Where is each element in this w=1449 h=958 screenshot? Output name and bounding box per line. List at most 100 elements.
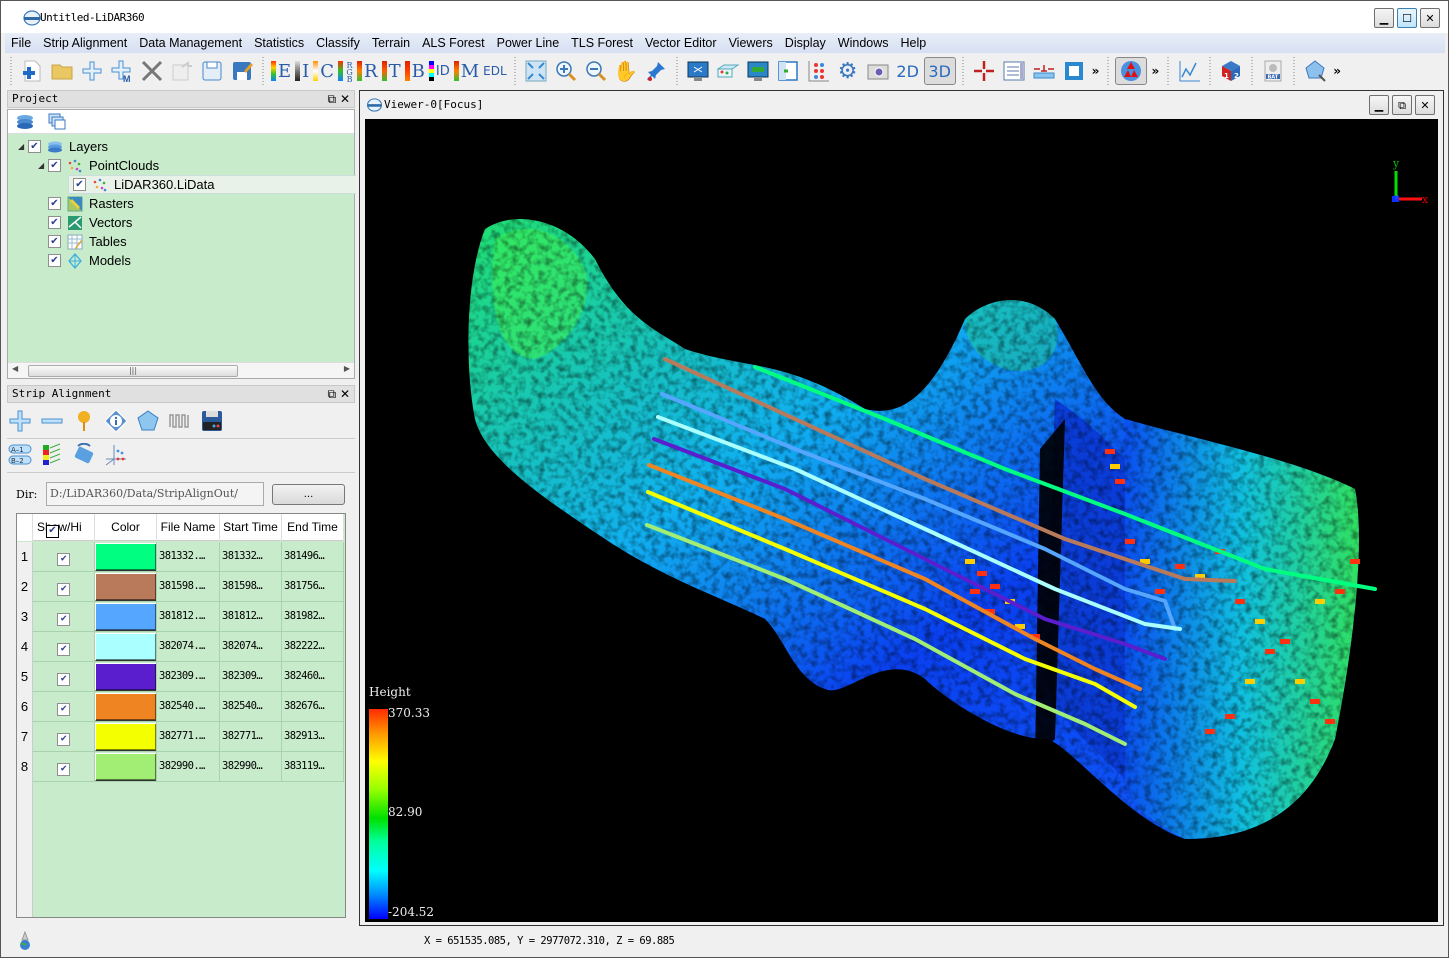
toolbar-overflow-button[interactable]: »	[1148, 64, 1162, 78]
row-number[interactable]: 8	[17, 752, 33, 782]
split-view-button[interactable]	[744, 57, 772, 85]
table-row[interactable]: 6 ✔ 382540.… 382540… 382676…	[17, 692, 344, 722]
remove-strip-button[interactable]	[39, 408, 65, 434]
zoom-out-button[interactable]	[582, 57, 610, 85]
toolbar-overflow-button[interactable]: »	[1330, 64, 1344, 78]
menu-data-management[interactable]: Data Management	[133, 33, 248, 53]
maximize-button[interactable]: ☐	[1397, 8, 1417, 28]
menu-windows[interactable]: Windows	[832, 33, 895, 53]
strip-color-swatch[interactable]	[95, 573, 156, 601]
rasters-checkbox[interactable]: ✔	[48, 197, 61, 210]
row-number[interactable]: 4	[17, 632, 33, 662]
toolbar-grip[interactable]	[260, 57, 266, 85]
show-strip-checkbox[interactable]: ✔	[57, 642, 70, 656]
toolbar-grip[interactable]	[1105, 57, 1112, 85]
color-by-time-button[interactable]: T	[380, 57, 403, 85]
show-strip-checkbox[interactable]: ✔	[57, 582, 70, 596]
tree-item-pointclouds[interactable]: ◢ ✔ PointClouds	[38, 156, 159, 175]
toolbar-grip[interactable]	[673, 57, 680, 85]
point-cloud-render[interactable]	[365, 119, 1438, 922]
view-3d-button[interactable]: 3D	[923, 57, 956, 85]
color-cell[interactable]	[95, 602, 157, 632]
menu-display[interactable]: Display	[779, 33, 832, 53]
select-all-checkbox[interactable]: ✔	[46, 524, 59, 538]
table-row[interactable]: 1 ✔ 381332.… 381332… 381496…	[17, 542, 344, 572]
toolbar-grip[interactable]	[1165, 57, 1172, 85]
close-panel-icon[interactable]: ✕	[340, 92, 350, 106]
add-multiple-button[interactable]: M	[108, 57, 136, 85]
menu-help[interactable]: Help	[895, 33, 933, 53]
polygon-button[interactable]	[135, 408, 161, 434]
strip-color-swatch[interactable]	[95, 723, 156, 751]
table-row[interactable]: 3 ✔ 381812.… 381812… 381982…	[17, 602, 344, 632]
point-stats-button[interactable]	[804, 57, 832, 85]
color-by-intensity-button[interactable]: I	[293, 57, 311, 85]
color-by-tree-id-button[interactable]: ID	[427, 57, 452, 85]
viewer-close-button[interactable]: ✕	[1415, 95, 1435, 115]
attribute-table-button[interactable]	[1000, 57, 1028, 85]
polygon-select-button[interactable]	[1301, 57, 1329, 85]
toolbar-grip[interactable]	[1249, 57, 1256, 85]
col-end-time[interactable]: End Time	[282, 514, 344, 541]
menu-als-forest[interactable]: ALS Forest	[416, 33, 491, 53]
strip-color-swatch[interactable]	[95, 633, 156, 661]
export-button[interactable]	[168, 57, 196, 85]
color-by-strip-button[interactable]: B	[403, 57, 427, 85]
tie-point-button[interactable]	[71, 408, 97, 434]
toolbar-grip[interactable]	[8, 57, 14, 85]
edl-button[interactable]: EDL	[481, 57, 509, 85]
color-by-elevation-button[interactable]: E	[269, 57, 293, 85]
info-button[interactable]	[103, 408, 129, 434]
color-cell[interactable]	[95, 752, 157, 782]
3d-viewport[interactable]: y x z Height 370.33 82.90 -204.52	[365, 119, 1438, 922]
color-cell[interactable]	[95, 662, 157, 692]
tree-item-vectors[interactable]: ✔ Vectors	[48, 213, 132, 232]
menu-viewers[interactable]: Viewers	[723, 33, 779, 53]
strip-color-swatch[interactable]	[95, 543, 156, 571]
menu-strip-alignment[interactable]: Strip Alignment	[37, 33, 133, 53]
models-checkbox[interactable]: ✔	[48, 254, 61, 267]
close-panel-icon[interactable]: ✕	[340, 387, 350, 401]
color-by-return-button[interactable]: R	[355, 57, 380, 85]
full-extent-button[interactable]	[522, 57, 550, 85]
tree-item-models[interactable]: ✔ Models	[48, 251, 131, 270]
batch-button[interactable]: BAT	[1259, 57, 1287, 85]
pointclouds-checkbox[interactable]: ✔	[48, 159, 61, 172]
color-cell[interactable]	[95, 632, 157, 662]
tree-item-layers[interactable]: ◢ ✔ Layers	[18, 137, 108, 156]
table-row[interactable]: 7 ✔ 382771.… 382771… 382913…	[17, 722, 344, 752]
table-row[interactable]: 5 ✔ 382309.… 382309… 382460…	[17, 662, 344, 692]
layers-stack-icon[interactable]	[16, 114, 34, 130]
menu-vector-editor[interactable]: Vector Editor	[639, 33, 723, 53]
strip-color-swatch[interactable]	[95, 663, 156, 691]
color-mixed-button[interactable]: M	[452, 57, 481, 85]
save-strips-button[interactable]	[199, 408, 225, 434]
vectors-checkbox[interactable]: ✔	[48, 216, 61, 229]
add-strip-button[interactable]	[7, 408, 33, 434]
profile-chart-button[interactable]	[1175, 57, 1203, 85]
row-number[interactable]: 5	[17, 662, 33, 692]
strip-color-swatch[interactable]	[95, 603, 156, 631]
view-2d-button[interactable]: 2D	[894, 57, 922, 85]
remove-button[interactable]	[138, 57, 166, 85]
color-by-class-button[interactable]: C	[311, 57, 336, 85]
viewer-restore-button[interactable]: ⧉	[1392, 95, 1412, 115]
open-folder-button[interactable]	[48, 57, 76, 85]
menu-classify[interactable]: Classify	[310, 33, 366, 53]
zoom-in-button[interactable]	[552, 57, 580, 85]
col-start-time[interactable]: Start Time	[220, 514, 282, 541]
table-row[interactable]: 2 ✔ 381598.… 381598… 381756…	[17, 572, 344, 602]
horizontal-scrollbar[interactable]: ◀ ||| ▶	[8, 362, 354, 378]
tree-item-lidata[interactable]: ✔ LiDAR360.LiData	[68, 175, 356, 194]
menu-statistics[interactable]: Statistics	[248, 33, 310, 53]
show-strip-checkbox[interactable]: ✔	[57, 762, 70, 776]
lidata-checkbox[interactable]: ✔	[73, 178, 86, 191]
save-as-button[interactable]	[228, 57, 256, 85]
trajectory-button[interactable]	[167, 408, 193, 434]
tree-item-rasters[interactable]: ✔ Rasters	[48, 194, 134, 213]
save-button[interactable]	[198, 57, 226, 85]
scroll-left-icon[interactable]: ◀	[12, 364, 18, 373]
col-file-name[interactable]: File Name	[157, 514, 220, 541]
row-number[interactable]: 3	[17, 602, 33, 632]
row-number[interactable]: 1	[17, 542, 33, 572]
